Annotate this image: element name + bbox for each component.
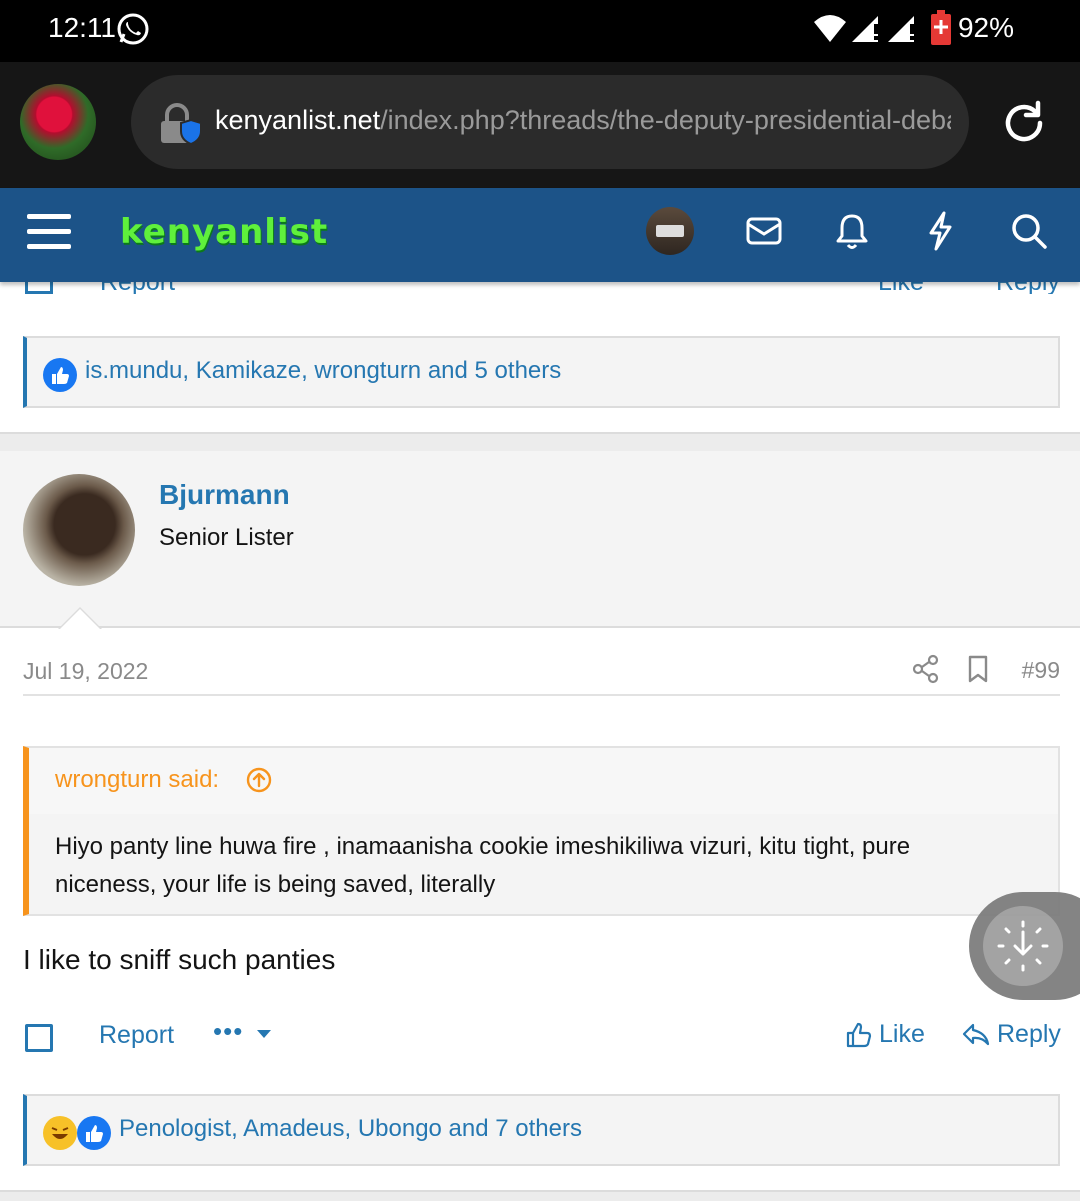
username-link[interactable]: Bjurmann [159, 479, 290, 511]
quote-author[interactable]: wrongturn said: [55, 766, 219, 794]
user-title: Senior Lister [159, 524, 294, 551]
caret-down-icon [256, 1030, 271, 1038]
reply-button[interactable]: Reply [961, 1020, 1061, 1049]
thumbs-up-icon [846, 1022, 872, 1047]
battery-level: 92% [957, 12, 1014, 43]
bell-icon[interactable] [829, 208, 875, 254]
status-time: 12:11 [48, 12, 116, 43]
search-icon[interactable] [1006, 208, 1052, 254]
reactions-bar[interactable]: Penologist, Amadeus, Ubongo and 7 others [23, 1094, 1060, 1166]
reactions-text[interactable]: Penologist, Amadeus, Ubongo and 7 others [119, 1115, 582, 1143]
post-number[interactable]: #99 [1022, 657, 1060, 684]
like-label: Like [879, 1020, 925, 1048]
download-burst-icon [983, 906, 1063, 986]
like-reaction-icon [77, 1116, 111, 1150]
share-icon[interactable] [911, 654, 941, 684]
signal-icon [852, 16, 878, 42]
url-text: kenyanlist.net/index.php?threads/the-dep… [215, 105, 951, 136]
profile-avatar[interactable] [20, 84, 96, 160]
more-options-button[interactable]: ••• [213, 1016, 272, 1047]
reply-label: Reply [997, 1020, 1061, 1048]
lock-icon[interactable] [157, 101, 201, 145]
user-avatar[interactable] [23, 474, 135, 586]
laugh-reaction-icon [43, 1116, 77, 1150]
post-actions: Report ••• Like Reply [23, 1010, 1061, 1064]
like-button[interactable]: Like [878, 282, 924, 294]
report-link[interactable]: Report [99, 1021, 174, 1050]
post-date[interactable]: Jul 19, 2022 [23, 658, 148, 685]
signal-icon [888, 16, 914, 42]
quote-header: wrongturn said: [29, 748, 1058, 814]
url-path: /index.php?threads/the-deputy-presidenti… [380, 105, 951, 135]
user-avatar[interactable] [646, 207, 694, 255]
site-header: kenyanlist [0, 188, 1080, 282]
message-pointer [58, 607, 102, 629]
post-meta: Jul 19, 2022 #99 [23, 640, 1060, 696]
post-user-block: Bjurmann Senior Lister [0, 451, 1080, 629]
select-checkbox[interactable] [25, 1024, 53, 1052]
like-button[interactable]: Like [845, 1020, 925, 1049]
like-reaction-icon [43, 358, 77, 392]
bookmark-icon[interactable] [963, 654, 993, 684]
whatsapp-icon [117, 13, 149, 45]
select-checkbox[interactable] [25, 282, 53, 294]
mail-icon[interactable] [741, 208, 787, 254]
reactions-text[interactable]: is.mundu, Kamikaze, wrongturn and 5 othe… [85, 357, 561, 385]
arrow-up-circle-icon[interactable] [245, 766, 273, 794]
url-host: kenyanlist.net [215, 105, 381, 135]
more-dots: ••• [213, 1016, 244, 1046]
address-bar[interactable]: kenyanlist.net/index.php?threads/the-dep… [131, 75, 969, 169]
previous-post-actions: Report Like Reply [0, 282, 1080, 294]
status-bar: 12:11 92% [0, 0, 1080, 62]
quote-text: Hiyo panty line huwa fire , inamaanisha … [55, 833, 911, 898]
reply-icon [962, 1023, 990, 1045]
reactions-bar[interactable]: is.mundu, Kamikaze, wrongturn and 5 othe… [23, 336, 1060, 408]
post-body: I like to sniff such panties [23, 944, 336, 975]
post-separator [0, 1190, 1080, 1201]
battery-icon [931, 10, 951, 45]
wifi-icon [814, 15, 846, 42]
post-separator [0, 432, 1080, 451]
report-link[interactable]: Report [100, 282, 175, 294]
menu-icon[interactable] [27, 210, 71, 254]
floating-action-button[interactable] [969, 892, 1080, 1000]
reply-button[interactable]: Reply [996, 282, 1060, 294]
quote-block: wrongturn said: Hiyo panty line huwa fir… [23, 746, 1060, 916]
reload-icon[interactable] [1000, 99, 1048, 147]
site-logo[interactable]: kenyanlist [120, 212, 328, 252]
browser-toolbar: kenyanlist.net/index.php?threads/the-dep… [0, 62, 1080, 188]
bolt-icon[interactable] [917, 208, 963, 254]
